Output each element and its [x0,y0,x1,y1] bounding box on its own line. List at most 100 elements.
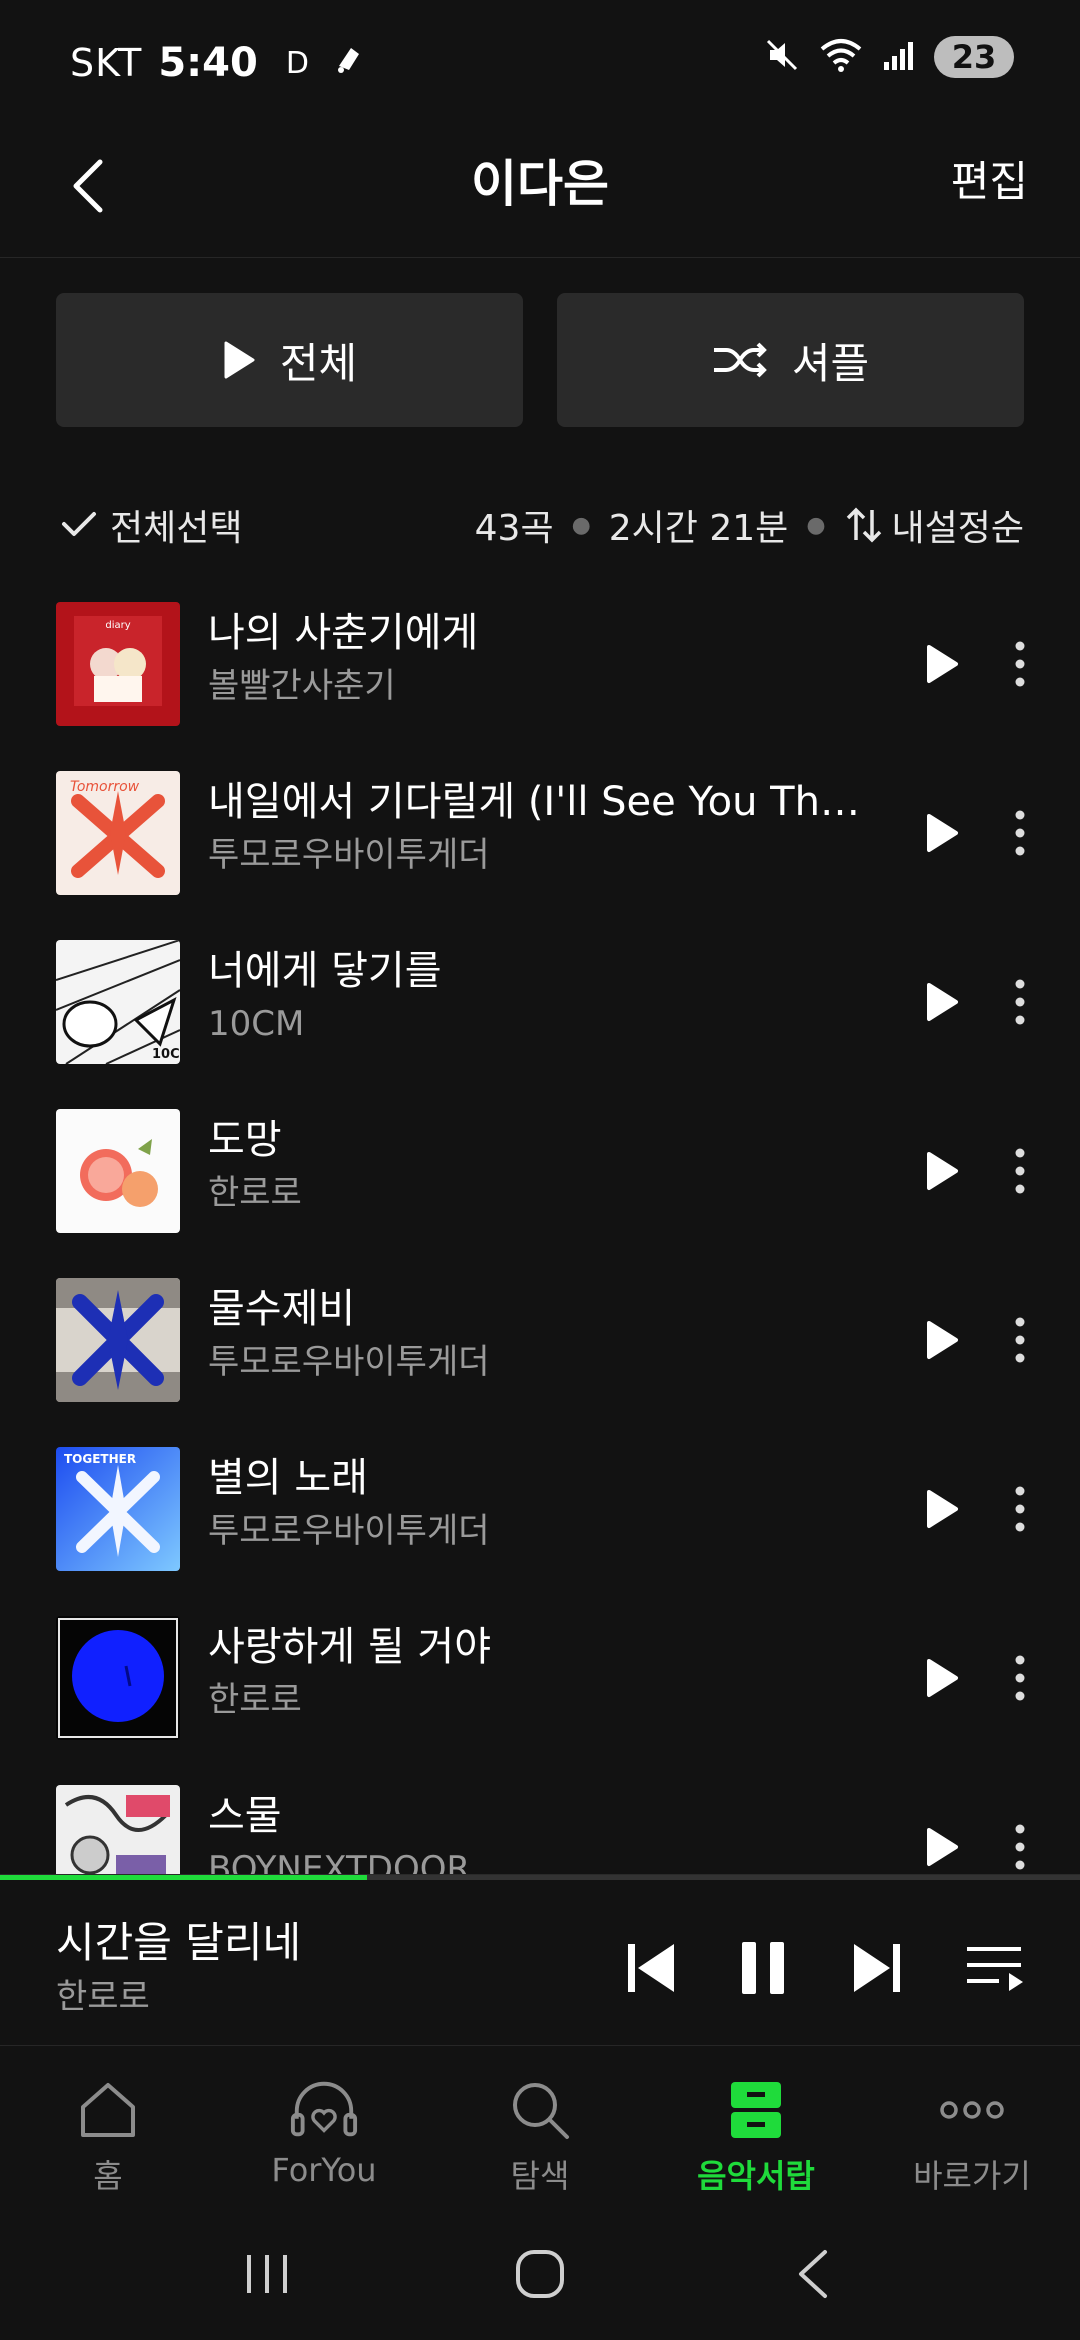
song-list[interactable]: diary 나의 사춘기에게 볼빨간사춘기 Tomorrow 내일에서 기다릴게… [0,580,1080,1874]
svg-text:diary: diary [105,620,130,631]
recent-apps-button[interactable] [222,2229,312,2319]
album-art: Tomorrow [56,771,180,895]
nav-foryou[interactable]: ForYou [216,2047,432,2207]
song-info: 사랑하게 될 거야 한로로 [208,1620,876,1726]
song-play-button[interactable] [906,1473,978,1545]
play-icon [927,1152,958,1190]
song-title: 너에게 닿기를 [208,948,442,994]
album-art [56,1616,180,1740]
svg-text:Tomorrow: Tomorrow [70,779,140,795]
mini-player[interactable]: 시간을 달리네 한로로 [0,1874,1080,2046]
search-icon [505,2075,575,2145]
nav-shortcuts-label: 바로가기 [913,2157,1031,2195]
carrier-label: SKT [70,41,143,85]
svg-text:10CM: 10CM [152,1047,180,1062]
play-all-button[interactable]: 전체 [56,293,523,427]
song-play-button[interactable] [906,1135,978,1207]
wifi-icon [818,37,864,77]
separator-dot: ● [806,512,826,538]
system-navigation-bar [0,2207,1080,2340]
song-row[interactable]: TOGETHER 별의 노래 투모로우바이투게더 [0,1425,1080,1594]
song-more-button[interactable] [990,628,1050,700]
song-row[interactable]: diary 나의 사춘기에게 볼빨간사춘기 [0,580,1080,749]
song-more-button[interactable] [990,797,1050,869]
song-title: 도망 [208,1117,282,1163]
next-button[interactable] [842,1933,912,2003]
play-icon [927,1659,958,1697]
song-row[interactable]: 도망 한로로 [0,1087,1080,1256]
album-art [56,1109,180,1233]
playback-progress[interactable] [0,1875,1080,1880]
home-system-button[interactable] [495,2229,585,2319]
nav-foryou-label: ForYou [271,2151,377,2189]
song-row[interactable]: 스물 BOYNEXTDOOR [0,1763,1080,1874]
bottom-navigation: 홈 ForYou 탐색 음악서랍 바로가기 [0,2047,1080,2207]
song-info: 너에게 닿기를 10CM [208,944,876,1050]
previous-button[interactable] [616,1933,686,2003]
svg-text:TOGETHER: TOGETHER [64,1452,136,1466]
play-icon [224,341,255,379]
queue-icon [967,1947,1023,1991]
song-more-button[interactable] [990,1642,1050,1714]
song-title: 나의 사춘기에게 [208,610,479,656]
album-art [56,1785,180,1874]
clock: 5:40 [158,40,258,86]
drawer-icon [721,2075,791,2145]
song-info: 물수제비 투모로우바이투게더 [208,1282,876,1388]
song-play-button[interactable] [906,966,978,1038]
edit-button[interactable]: 편집 [951,148,1028,209]
more-vertical-icon [1015,1486,1025,1532]
song-more-button[interactable] [990,1473,1050,1545]
song-play-button[interactable] [906,1642,978,1714]
separator-dot: ● [571,512,591,538]
nav-search[interactable]: 탐색 [432,2047,648,2207]
status-bar: SKT 5:40 D 23 [0,0,1080,120]
more-vertical-icon [1015,1317,1025,1363]
play-icon [927,1321,958,1359]
album-art: TOGETHER [56,1447,180,1571]
now-playing-artist: 한로로 [56,1977,150,2017]
more-dots-icon [937,2075,1007,2145]
song-info: 내일에서 기다릴게 (I'll See You There Tomorrow) … [208,775,876,881]
more-vertical-icon [1015,979,1025,1025]
select-all-button[interactable]: 전체선택 [60,499,242,551]
home-icon [73,2075,143,2145]
song-play-button[interactable] [906,1811,978,1874]
song-more-button[interactable] [990,1304,1050,1376]
check-icon [62,512,96,536]
sort-button[interactable]: 내설정순 [844,499,1024,551]
song-more-button[interactable] [990,1811,1050,1874]
select-all-label: 전체선택 [110,508,243,549]
song-play-button[interactable] [906,1304,978,1376]
progress-fill [0,1875,368,1880]
total-duration: 2시간 21분 [608,508,789,549]
song-more-button[interactable] [990,966,1050,1038]
playlist-queue-button[interactable] [960,1933,1030,2003]
mute-icon [764,37,800,77]
pause-button[interactable] [728,1933,798,2003]
more-vertical-icon [1015,1655,1025,1701]
song-row[interactable]: 사랑하게 될 거야 한로로 [0,1594,1080,1763]
album-art: 10CM [56,940,180,1064]
status-right: 23 [764,36,1014,78]
nav-shortcuts[interactable]: 바로가기 [864,2047,1080,2207]
song-artist: 한로로 [208,1173,302,1213]
shuffle-button[interactable]: 셔플 [557,293,1024,427]
nav-library[interactable]: 음악서랍 [648,2047,864,2207]
song-artist: 한로로 [208,1680,302,1720]
song-info: 도망 한로로 [208,1113,876,1219]
song-row[interactable]: 10CM 너에게 닿기를 10CM [0,918,1080,1087]
play-all-label: 전체 [279,338,358,388]
song-play-button[interactable] [906,628,978,700]
system-back-button[interactable] [768,2229,858,2319]
play-icon [927,1828,958,1866]
nav-home[interactable]: 홈 [0,2047,216,2207]
song-play-button[interactable] [906,797,978,869]
album-art [56,1278,180,1402]
song-row[interactable]: 물수제비 투모로우바이투게더 [0,1256,1080,1425]
song-info: 스물 BOYNEXTDOOR [208,1789,876,1874]
song-row[interactable]: Tomorrow 내일에서 기다릴게 (I'll See You There T… [0,749,1080,918]
song-more-button[interactable] [990,1135,1050,1207]
play-icon [927,1490,958,1528]
recent-apps-icon [246,2254,287,2293]
